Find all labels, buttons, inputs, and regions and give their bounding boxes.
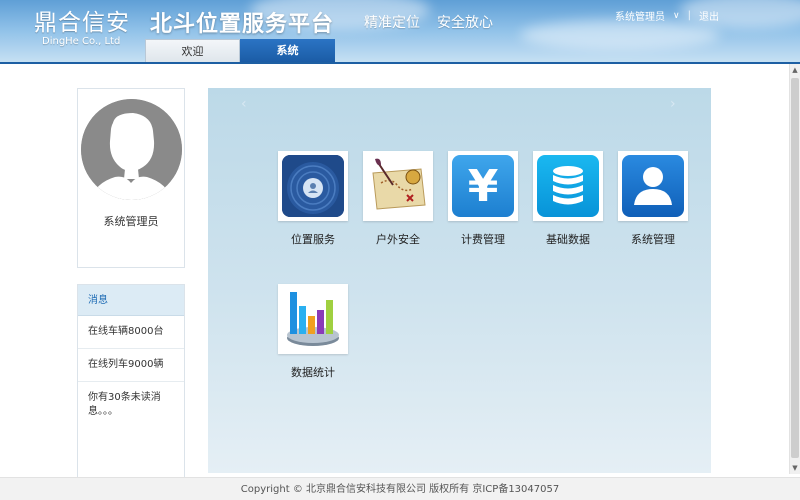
avatar (81, 99, 182, 200)
scroll-up-icon[interactable]: ▲ (790, 64, 800, 76)
scroll-thumb[interactable] (791, 78, 799, 458)
messages-panel: 消息 在线车辆8000台 在线列车9000辆 你有30条未读消息。。。 (77, 284, 185, 484)
app-launcher: ‹ › 位置服务 户外安全 ¥ 计费管理 基础数据 系统管理 数据统计 (208, 88, 711, 473)
app-tile[interactable] (278, 151, 348, 221)
slogan-safe: 安全放心 (437, 15, 493, 31)
app-billing[interactable]: ¥ 计费管理 (448, 151, 520, 247)
app-outdoor-safety[interactable]: 户外安全 (363, 151, 435, 247)
slogan-precise-positioning: 精准定位 (364, 15, 420, 31)
user-icon (622, 155, 684, 217)
database-icon (537, 155, 599, 217)
app-tile[interactable] (533, 151, 603, 221)
app-tile[interactable] (618, 151, 688, 221)
page-scrollbar[interactable]: ▲ ▼ (789, 64, 800, 474)
chevron-right-icon[interactable]: › (670, 96, 676, 112)
messages-title: 消息 (78, 285, 184, 316)
profile-card: 系统管理员 (77, 88, 185, 268)
scroll-down-icon[interactable]: ▼ (790, 462, 800, 474)
platform-title: 北斗位置服务平台 (150, 12, 335, 37)
app-location-service[interactable]: 位置服务 (278, 151, 350, 247)
tab-system[interactable]: 系统 (240, 39, 335, 62)
app-label[interactable]: 位置服务 (277, 231, 349, 247)
bar-chart-icon (282, 288, 344, 350)
app-tile[interactable] (278, 284, 348, 354)
logo-text-cn: 鼎合信安 (34, 10, 130, 36)
message-item[interactable]: 在线列车9000辆 (78, 349, 184, 382)
logo-text-en: DingHe Co., Ltd (42, 36, 121, 47)
app-label[interactable]: 计费管理 (447, 231, 519, 247)
svg-text:¥: ¥ (468, 161, 499, 212)
app-tile[interactable]: ¥ (448, 151, 518, 221)
footer: Copyright © 北京鼎合信安科技有限公司 版权所有 京ICP备13047… (0, 477, 800, 500)
user-silhouette-icon (81, 99, 182, 200)
app-basic-data[interactable]: 基础数据 (533, 151, 605, 247)
app-tile[interactable] (363, 151, 433, 221)
app-label[interactable]: 户外安全 (362, 231, 434, 247)
tab-welcome[interactable]: 欢迎 (145, 39, 240, 62)
message-item[interactable]: 在线车辆8000台 (78, 316, 184, 349)
message-item[interactable]: 你有30条未读消息。。。 (78, 382, 184, 428)
logo: 鼎合信安 DingHe Co., Ltd (34, 10, 130, 47)
nav-tabs: 欢迎 系统 (145, 39, 335, 62)
profile-username: 系统管理员 (103, 215, 159, 228)
copyright-text: Copyright © 北京鼎合信安科技有限公司 版权所有 京ICP备13047… (240, 484, 560, 495)
app-label[interactable]: 数据统计 (277, 364, 349, 380)
user-menu: 系统管理员 ∨ | 退出 (615, 8, 719, 23)
header: 鼎合信安 DingHe Co., Ltd 北斗位置服务平台 精准定位 安全放心 … (0, 0, 800, 64)
app-system-management[interactable]: 系统管理 (618, 151, 690, 247)
app-label[interactable]: 系统管理 (617, 231, 689, 247)
chevron-left-icon[interactable]: ‹ (241, 96, 247, 112)
cloud-decoration (520, 20, 720, 50)
app-label[interactable]: 基础数据 (532, 231, 604, 247)
menu-separator: | (687, 10, 691, 21)
chevron-down-icon[interactable]: ∨ (673, 11, 680, 21)
user-dropdown[interactable]: 系统管理员 (615, 8, 665, 23)
app-statistics[interactable]: 数据统计 (278, 284, 350, 380)
logout-link[interactable]: 退出 (699, 8, 719, 23)
yen-icon: ¥ (452, 155, 514, 217)
treasure-map-icon (367, 155, 429, 217)
radar-icon (282, 155, 344, 217)
